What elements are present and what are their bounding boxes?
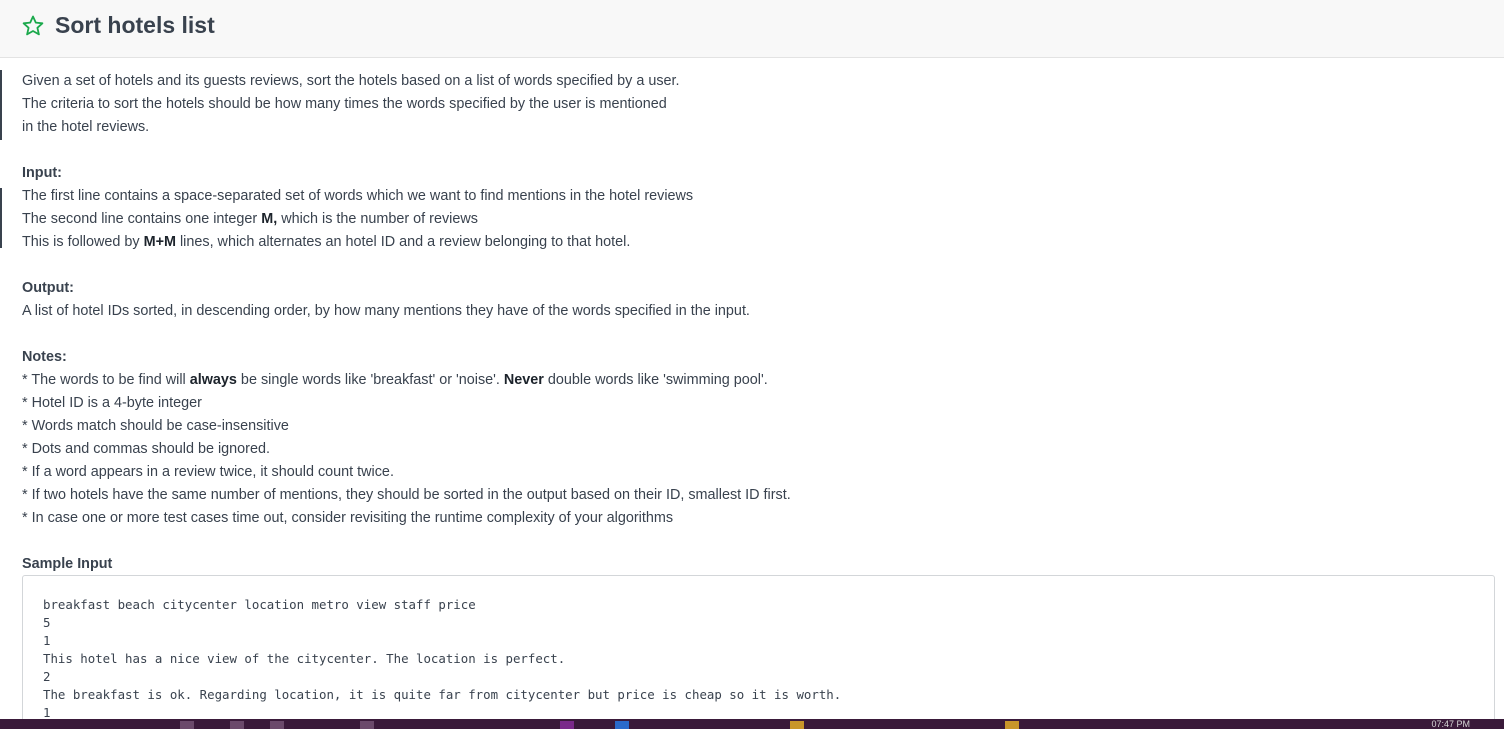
- intro-line: in the hotel reviews.: [22, 119, 150, 135]
- input-line: The second line contains one integer M, …: [22, 211, 478, 227]
- taskbar-app-icon[interactable]: [615, 721, 629, 729]
- note-item: * The words to be find will always be si…: [22, 372, 768, 388]
- page-title: Sort hotels list: [55, 12, 215, 38]
- taskbar-app-icon[interactable]: [270, 721, 284, 729]
- code-line: The breakfast is ok. Regarding location,…: [43, 687, 842, 702]
- input-heading: Input:: [22, 165, 62, 181]
- taskbar-app-icon[interactable]: [180, 721, 194, 729]
- sample-input-heading: Sample Input: [22, 556, 113, 572]
- left-border-accent: [0, 188, 2, 248]
- code-line: 1: [43, 633, 51, 648]
- intro-line: Given a set of hotels and its guests rev…: [22, 73, 680, 89]
- problem-page: Sort hotels list Given a set of hotels a…: [0, 0, 1504, 729]
- problem-statement: Given a set of hotels and its guests rev…: [22, 70, 1482, 576]
- note-item: * If two hotels have the same number of …: [22, 487, 791, 503]
- intro-line: The criteria to sort the hotels should b…: [22, 96, 667, 112]
- output-heading: Output:: [22, 280, 74, 296]
- taskbar-app-icon[interactable]: [560, 721, 574, 729]
- taskbar-app-icon[interactable]: [230, 721, 244, 729]
- challenge-header: Sort hotels list: [0, 0, 1504, 58]
- sample-input-code: breakfast beach citycenter location metr…: [43, 596, 841, 722]
- note-item: * Dots and commas should be ignored.: [22, 441, 270, 457]
- sample-input-box[interactable]: breakfast beach citycenter location metr…: [22, 575, 1495, 729]
- left-border-accent: [0, 70, 2, 140]
- star-icon[interactable]: [21, 14, 45, 38]
- note-item: * If a word appears in a review twice, i…: [22, 464, 394, 480]
- output-line: A list of hotel IDs sorted, in descendin…: [22, 303, 750, 319]
- code-line: 5: [43, 615, 51, 630]
- input-line: This is followed by M+M lines, which alt…: [22, 234, 631, 250]
- taskbar-app-icon[interactable]: [1005, 721, 1019, 729]
- code-line: 2: [43, 669, 51, 684]
- notes-heading: Notes:: [22, 349, 67, 365]
- taskbar-clock[interactable]: 07:47 PM: [1431, 719, 1470, 729]
- input-line: The first line contains a space-separate…: [22, 188, 694, 204]
- code-line: breakfast beach citycenter location metr…: [43, 597, 476, 612]
- taskbar-app-icon[interactable]: [790, 721, 804, 729]
- os-taskbar: 07:47 PM: [0, 719, 1504, 729]
- note-item: * In case one or more test cases time ou…: [22, 510, 674, 526]
- taskbar-app-icon[interactable]: [360, 721, 374, 729]
- code-line: This hotel has a nice view of the cityce…: [43, 651, 566, 666]
- note-item: * Words match should be case-insensitive: [22, 418, 289, 434]
- note-item: * Hotel ID is a 4-byte integer: [22, 395, 202, 411]
